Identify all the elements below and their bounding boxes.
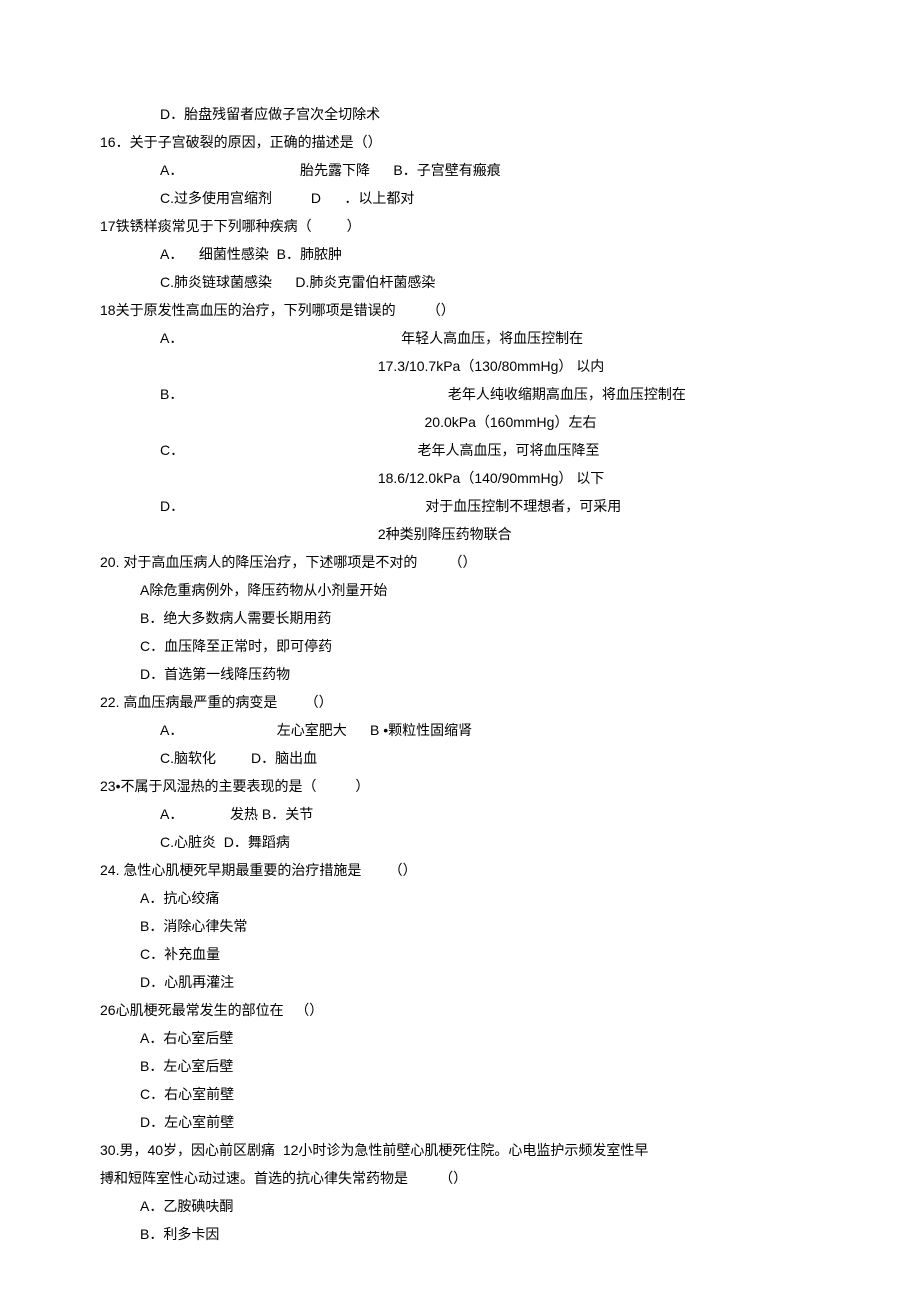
text-line: 20.0kPa（160mmHg）左右 — [100, 408, 820, 436]
text-line: B．利多卡因 — [100, 1220, 820, 1248]
text-line: 23•不属于风湿热的主要表现的是（ ） — [100, 772, 820, 800]
text-line: A． 左心室肥大 B •颗粒性固缩肾 — [100, 716, 820, 744]
text-line: 搏和短阵室性心动过速。首选的抗心律失常药物是 （） — [100, 1164, 820, 1192]
text-line: A．抗心绞痛 — [100, 884, 820, 912]
text-line: B．消除心律失常 — [100, 912, 820, 940]
text-line: A． 发热 B．关节 — [100, 800, 820, 828]
text-line: 16．关于子宫破裂的原因，正确的描述是（） — [100, 128, 820, 156]
text-line: 30.男，40岁，因心前区剧痛 12小时诊为急性前壁心肌梗死住院。心电监护示频发… — [100, 1136, 820, 1164]
text-line: D．首选第一线降压药物 — [100, 660, 820, 688]
text-line: C．右心室前壁 — [100, 1080, 820, 1108]
text-line: B．左心室后壁 — [100, 1052, 820, 1080]
text-line: C.心脏炎 D．舞蹈病 — [100, 828, 820, 856]
text-line: 20. 对于高血压病人的降压治疗，下述哪项是不对的 （） — [100, 548, 820, 576]
text-line: D． 对于血压控制不理想者，可采用 — [100, 492, 820, 520]
text-line: 26心肌梗死最常发生的部位在 （） — [100, 996, 820, 1024]
text-line: A．乙胺碘呋酮 — [100, 1192, 820, 1220]
text-line: 17.3/10.7kPa（130/80mmHg） 以内 — [100, 352, 820, 380]
text-line: C.肺炎链球菌感染 D.肺炎克雷伯杆菌感染 — [100, 268, 820, 296]
text-line: 18.6/12.0kPa（140/90mmHg） 以下 — [100, 464, 820, 492]
text-line: C． 老年人高血压，可将血压降至 — [100, 436, 820, 464]
text-line: B．绝大多数病人需要长期用药 — [100, 604, 820, 632]
text-line: 24. 急性心肌梗死早期最重要的治疗措施是 （） — [100, 856, 820, 884]
document-body: D．胎盘残留者应做子宫次全切除术16．关于子宫破裂的原因，正确的描述是（）A． … — [100, 100, 820, 1248]
text-line: B． 老年人纯收缩期高血压，将血压控制在 — [100, 380, 820, 408]
text-line: 2种类别降压药物联合 — [100, 520, 820, 548]
text-line: C．补充血量 — [100, 940, 820, 968]
text-line: A． 细菌性感染 B．肺脓肿 — [100, 240, 820, 268]
text-line: 17铁锈样痰常见于下列哪种疾病（ ） — [100, 212, 820, 240]
text-line: C．血压降至正常时，即可停药 — [100, 632, 820, 660]
text-line: A． 年轻人高血压，将血压控制在 — [100, 324, 820, 352]
text-line: A． 胎先露下降 B．子宫壁有瘢痕 — [100, 156, 820, 184]
text-line: A．右心室后壁 — [100, 1024, 820, 1052]
text-line: 18关于原发性高血压的治疗，下列哪项是错误的 （） — [100, 296, 820, 324]
text-line: D．胎盘残留者应做子宫次全切除术 — [100, 100, 820, 128]
text-line: C.脑软化 D．脑出血 — [100, 744, 820, 772]
text-line: A除危重病例外，降压药物从小剂量开始 — [100, 576, 820, 604]
text-line: 22. 高血压病最严重的病变是 （） — [100, 688, 820, 716]
text-line: D．心肌再灌注 — [100, 968, 820, 996]
text-line: D．左心室前壁 — [100, 1108, 820, 1136]
text-line: C.过多使用宫缩剂 D ．以上都对 — [100, 184, 820, 212]
